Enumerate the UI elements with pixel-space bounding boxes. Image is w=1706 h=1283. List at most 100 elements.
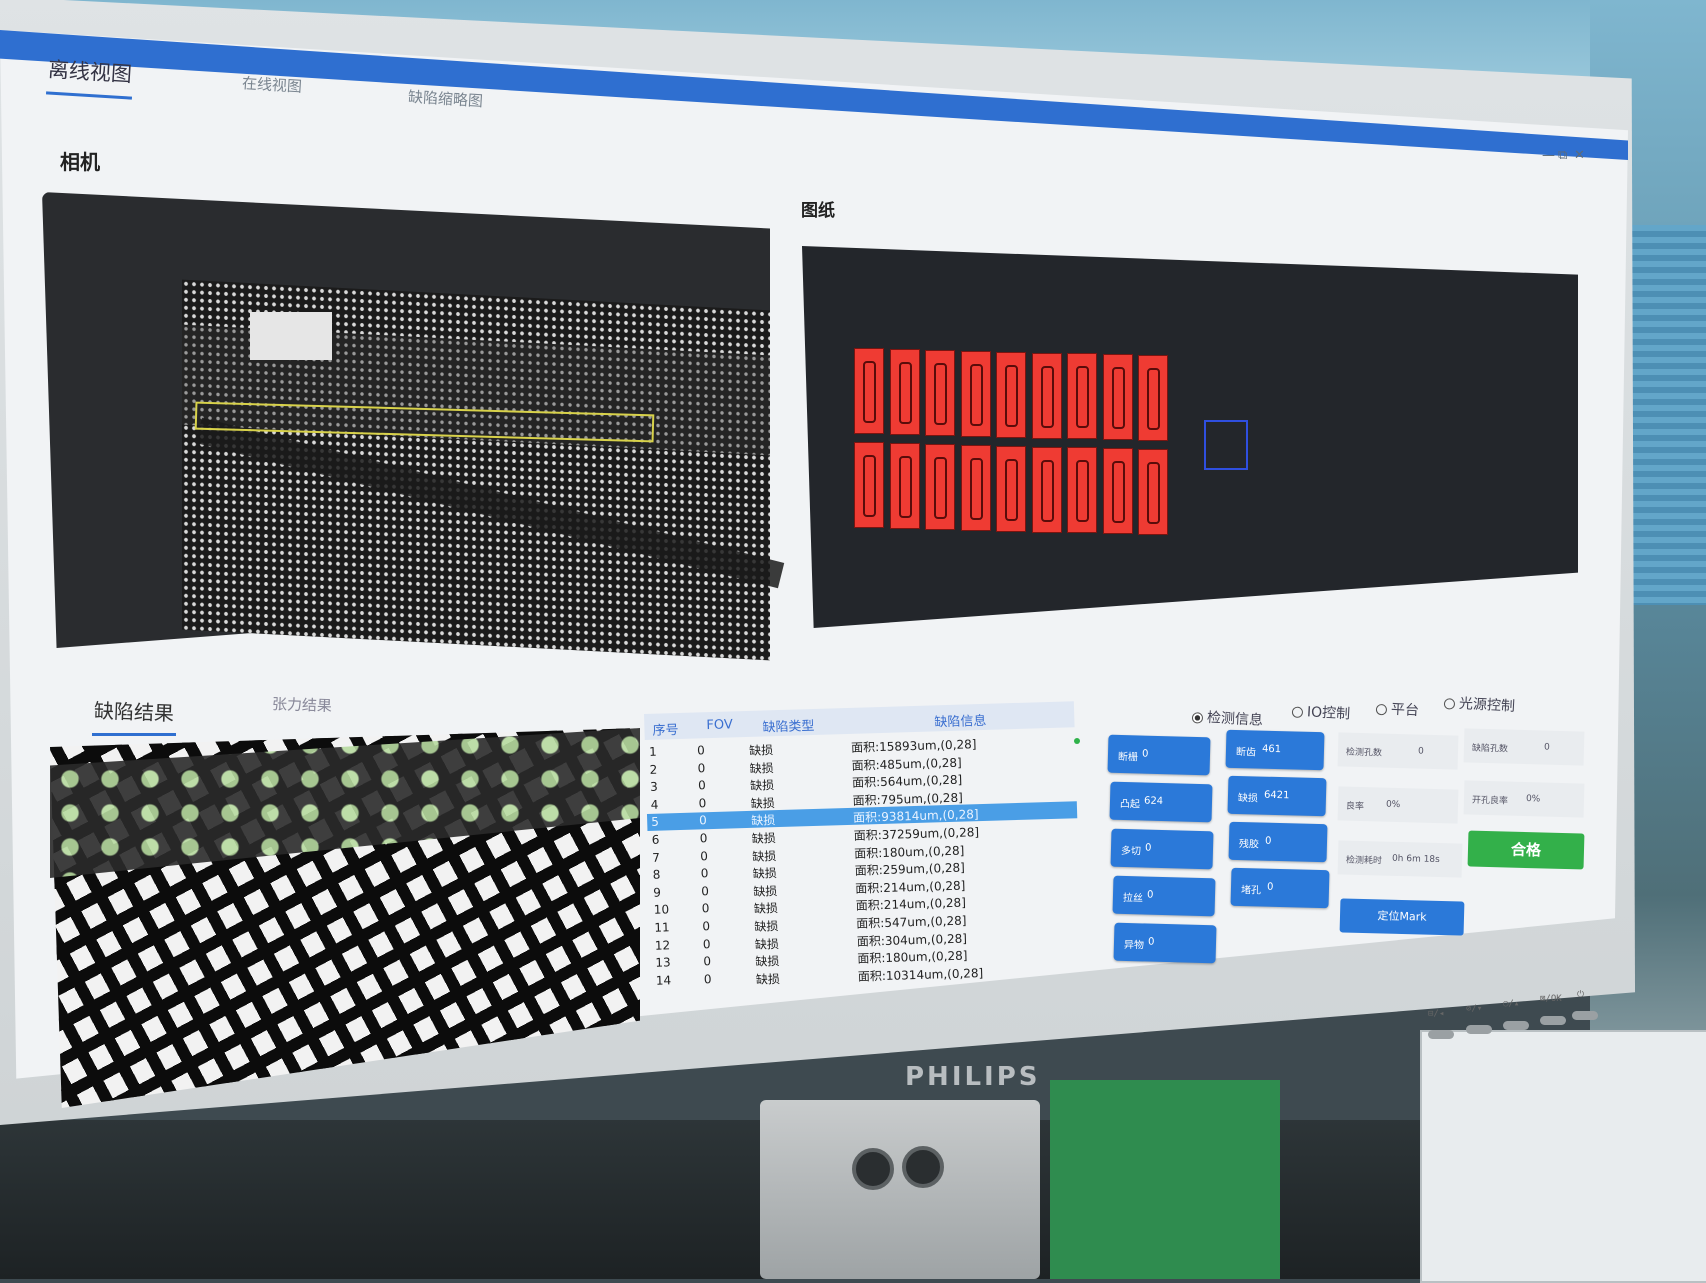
monitor-brand: PHILIPS — [905, 1062, 1041, 1092]
cell-index: 13 — [655, 955, 671, 970]
drawing-title: 图纸 — [801, 201, 835, 221]
info-elapsed-time: 检测耗时 0h 6m 18s — [1337, 840, 1463, 878]
minimize-icon[interactable]: — — [1542, 148, 1555, 163]
stat-button[interactable]: 堵孔 0 — [1230, 867, 1329, 909]
cell-defect-type: 缺损 — [754, 936, 780, 952]
radio-light-control[interactable]: 光源控制 — [1444, 692, 1516, 716]
stat-label: 残胶 — [1238, 838, 1260, 851]
cell-defect-type: 缺损 — [752, 866, 778, 882]
stat-button[interactable]: 多切 0 — [1110, 828, 1214, 870]
cell-fov: 0 — [702, 936, 711, 951]
header-defect-info: 缺陷信息 — [934, 713, 987, 731]
stat-value: 0 — [1146, 889, 1154, 901]
drawing-pad — [1138, 355, 1168, 442]
drawing-pad — [1102, 448, 1133, 535]
drawing-view[interactable] — [802, 246, 1578, 628]
cell-defect-type: 缺损 — [754, 919, 779, 934]
monitor-key[interactable] — [1428, 1030, 1454, 1039]
drawing-pad — [854, 348, 884, 434]
radio-io-control[interactable]: IO控制 — [1292, 700, 1351, 723]
monitor-key[interactable] — [1466, 1025, 1492, 1034]
cell-index: 14 — [655, 973, 672, 988]
stat-button[interactable]: 凸起 624 — [1109, 781, 1212, 823]
cell-fov: 0 — [700, 866, 709, 881]
stat-button[interactable]: 残胶 0 — [1228, 821, 1328, 863]
cell-fov: 0 — [697, 760, 706, 776]
cell-defect-type: 缺损 — [748, 743, 774, 758]
header-defect-type: 缺陷类型 — [762, 718, 815, 736]
radio-detect-info[interactable]: 检测信息 — [1192, 706, 1264, 730]
stat-label: 多切 — [1120, 845, 1142, 858]
tab-tension-results[interactable]: 张力结果 — [272, 693, 333, 716]
monitor-key[interactable] — [1503, 1021, 1529, 1030]
stat-button[interactable]: 异物 0 — [1113, 922, 1217, 964]
monitor-key-label: ⊘/▾ — [1466, 1004, 1483, 1014]
stat-value: 0 — [1264, 835, 1272, 847]
info-hole-count: 检测孔数 0 — [1337, 732, 1459, 770]
stat-value: 0 — [1266, 881, 1274, 893]
green-equipment — [1050, 1080, 1280, 1279]
power-icon: ⏻ — [1577, 990, 1585, 1000]
active-tab-indicator — [92, 733, 176, 736]
cell-defect-type: 缺损 — [753, 883, 778, 899]
cell-fov: 0 — [703, 971, 712, 987]
cell-fov: 0 — [699, 831, 708, 846]
stat-button[interactable]: 断齿 461 — [1225, 729, 1325, 771]
stat-label: 凸起 — [1119, 798, 1140, 811]
pass-button[interactable]: 合格 — [1467, 830, 1585, 870]
stand-port — [852, 1148, 894, 1190]
stat-value: 461 — [1261, 743, 1282, 756]
cell-fov: 0 — [701, 883, 710, 899]
cell-index: 12 — [654, 937, 671, 953]
cell-index: 4 — [650, 797, 659, 812]
header-index: 序号 — [652, 722, 679, 739]
drawing-pad — [1067, 447, 1097, 534]
cell-index: 1 — [648, 744, 657, 759]
monitor-key[interactable] — [1572, 1011, 1598, 1020]
stat-label: 断齿 — [1235, 746, 1257, 759]
drawing-pad — [1067, 353, 1097, 440]
cell-fov: 0 — [697, 778, 706, 793]
stat-label: 断栅 — [1117, 751, 1139, 764]
cell-defect-type: 缺损 — [753, 901, 779, 917]
info-yield: 良率 0% — [1337, 786, 1459, 824]
stat-button[interactable]: 断栅 0 — [1107, 734, 1211, 776]
tab-defect-thumbnails[interactable]: 缺陷缩略图 — [407, 86, 483, 112]
cell-fov: 0 — [702, 919, 711, 934]
cell-defect-type: 缺损 — [749, 760, 774, 776]
monitor-key-label: ⊟/◂ — [1428, 1009, 1445, 1019]
stat-label: 异物 — [1123, 939, 1145, 952]
cell-index: 2 — [649, 762, 658, 777]
stat-label: 拉丝 — [1122, 892, 1143, 905]
stat-label: 堵孔 — [1240, 884, 1261, 897]
monitor-key-label: ○/▴ — [1503, 999, 1520, 1009]
close-icon[interactable]: ✕ — [1574, 148, 1585, 163]
restore-icon[interactable]: ⧉ — [1558, 148, 1567, 163]
tab-offline-view[interactable]: 离线视图 — [47, 53, 133, 88]
cell-fov: 0 — [696, 743, 705, 758]
cell-fov: 0 — [701, 901, 710, 916]
cell-fov: 0 — [698, 813, 708, 828]
drawing-pad — [854, 442, 884, 528]
tab-defect-results[interactable]: 缺陷结果 — [94, 695, 175, 727]
cell-index: 11 — [654, 920, 670, 935]
cell-defect-type: 缺损 — [755, 971, 781, 987]
cell-index: 10 — [653, 902, 670, 918]
monitor-key[interactable] — [1540, 1016, 1566, 1025]
stat-value: 624 — [1143, 795, 1163, 808]
locate-mark-button[interactable]: 定位Mark — [1339, 898, 1465, 936]
monitor-key-label: ⊠/OK — [1540, 994, 1562, 1004]
drawing-pad — [960, 350, 991, 437]
drawing-pad — [1031, 352, 1062, 439]
cell-fov: 0 — [703, 954, 712, 969]
tab-online-view[interactable]: 在线视图 — [241, 72, 302, 97]
drawing-pad — [889, 348, 920, 435]
drawing-pad — [1031, 446, 1062, 533]
drawing-pad — [996, 445, 1026, 532]
radio-platform[interactable]: 平台 — [1376, 698, 1420, 720]
stat-button[interactable]: 缺损 6421 — [1227, 775, 1326, 817]
cell-index: 5 — [651, 815, 660, 830]
stat-button[interactable]: 拉丝 0 — [1112, 875, 1215, 917]
cell-defect-type: 缺损 — [751, 813, 776, 829]
camera-title: 相机 — [60, 150, 100, 174]
